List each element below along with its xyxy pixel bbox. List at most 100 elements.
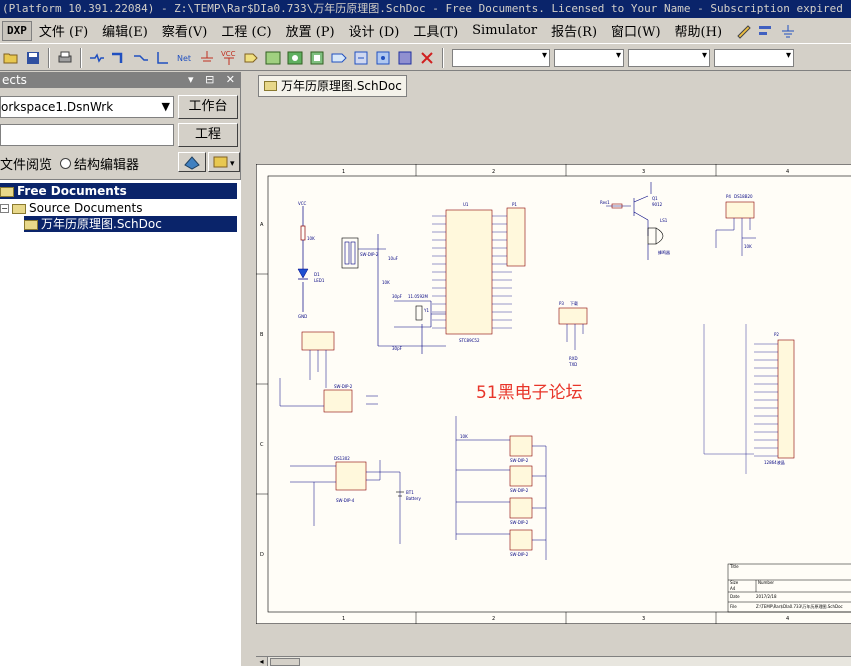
projects-panel: ects ▾ ⊟ ✕ orkspace1.DsnWrk ▼ 工作台 工程 文件阅… [0,72,241,666]
mask-combo[interactable] [714,48,794,67]
port-icon[interactable] [329,48,349,68]
title-block-file-label: File [730,604,737,609]
bus-icon[interactable] [109,48,129,68]
menu-place[interactable]: 放置 (P) [279,21,342,40]
menu-bar: DXP 文件 (F) 编辑(E) 察看(V) 工程 (C) 放置 (P) 设计 … [0,18,851,44]
project-select[interactable] [0,124,174,146]
dxp-menu[interactable]: DXP [2,20,32,41]
menu-tools[interactable]: 工具(T) [406,21,465,40]
off-sheet-icon[interactable] [351,48,371,68]
object-combo[interactable] [554,48,624,67]
border-col-1-bottom: 1 [342,616,345,622]
lcd-ref: P2 [774,332,779,337]
signal-harness-icon[interactable] [153,48,173,68]
radio-file-view-label[interactable]: 文件阅览 [0,154,52,173]
switch-label: SW-DIP-2 [334,384,353,389]
sheet-symbol-icon[interactable] [263,48,283,68]
gnd-label: GND [298,314,307,319]
menu-edit[interactable]: 编辑(E) [95,21,155,40]
project-tree: Free Documents − Source Documents 万年历原理图.… [0,179,241,666]
border-col-2: 2 [492,169,495,175]
document-icon [264,81,277,91]
border-col-3: 3 [642,169,645,175]
led-resistor-label: 10K [307,236,315,241]
vcc-label: VCC [298,201,307,206]
port-ref: P1 [512,202,517,207]
gnd-port-icon[interactable] [197,48,217,68]
filter-combo[interactable] [452,48,550,67]
title-block-date-label: Date [730,594,740,599]
toolbar: Net VCC [0,45,851,71]
tab-schematic-doc[interactable]: 万年历原理图.SchDoc [258,75,407,97]
open-folder-icon[interactable] [1,48,21,68]
align-icon[interactable] [757,23,775,39]
document-icon [24,219,38,230]
menu-help[interactable]: 帮助(H) [668,21,729,40]
menu-project[interactable]: 工程 (C) [214,21,278,40]
scroll-thumb[interactable] [270,658,300,666]
reset-resistor-value: 10K [382,280,390,285]
scroll-left-icon[interactable]: ◂ [256,657,268,666]
rxd-label: RXD [569,356,578,361]
svg-text:VCC: VCC [221,50,236,58]
title-block-file: Z:\TEMP\Rar$DIa0.733\万年历原理图.SchDoc [756,603,843,609]
workspace-button[interactable]: 工作台 [178,95,238,119]
collapse-icon[interactable]: − [0,204,9,213]
svg-text:▾: ▾ [230,159,235,169]
bus-entry-icon[interactable] [131,48,151,68]
menu-window[interactable]: 窗口(W) [604,21,668,40]
panel-controls[interactable]: ▾ ⊟ ✕ [188,72,239,88]
buzzer-ref: LS1 [660,218,668,223]
menu-design[interactable]: 设计 (D) [342,21,407,40]
radio-struct-editor-label[interactable]: 结构编辑器 [74,154,139,173]
project-button[interactable]: 工程 [178,123,238,147]
class-combo[interactable] [628,48,710,67]
ground-icon[interactable] [779,23,797,39]
tree-item-source-documents[interactable]: − Source Documents [0,200,142,216]
no-erc-icon[interactable] [417,48,437,68]
border-row-b: B [260,332,264,338]
pencil-icon[interactable] [735,23,753,39]
border-row-a: A [260,222,264,228]
print-icon[interactable] [55,48,75,68]
sheet-entry-icon[interactable] [285,48,305,68]
folder-menu-icon[interactable]: ▾ [208,152,240,172]
battery-name: Battery [406,496,421,501]
border-col-4-bottom: 4 [786,616,789,622]
vcc-port-icon[interactable]: VCC [219,48,239,68]
battery-ref: BT1 [406,490,414,495]
net-label-icon[interactable]: Net [175,48,195,68]
compile-icon[interactable] [178,152,206,172]
radio-struct-editor[interactable] [60,157,72,169]
tree-item-schematic-doc[interactable]: 万年历原理图.SchDoc [24,216,237,232]
menu-reports[interactable]: 报告(R) [544,21,604,40]
buzzer-resistor: Res1 [600,200,610,205]
border-row-d: D [260,552,264,558]
schematic-sheet[interactable]: 1 2 3 4 1 2 3 4 A B C D VCC 10K D1 LED1 … [255,163,851,625]
place-part-icon[interactable] [241,48,261,68]
crystal-cap-label-2: 30pF [392,346,403,351]
menu-simulator[interactable]: Simulator [465,23,544,38]
tree-item-free-documents[interactable]: Free Documents [0,183,237,199]
compile-mask-icon[interactable] [395,48,415,68]
rtc-switch-label: SW-DIP-4 [336,498,355,503]
save-icon[interactable] [23,48,43,68]
workspace-select[interactable]: orkspace1.DsnWrk ▼ [0,96,174,118]
directive-icon[interactable] [373,48,393,68]
menu-file[interactable]: 文件 (F) [32,21,95,40]
switch-array-label-1: SW-DIP-2 [510,458,529,463]
buzzer-label: 蜂鸣器 [658,249,670,255]
txd-label: TXD [568,362,577,367]
wire-icon[interactable] [87,48,107,68]
download-ref: P3 [559,301,564,306]
svg-text:Net: Net [177,54,191,63]
device-sheet-icon[interactable] [307,48,327,68]
view-mode: 文件阅览 结构编辑器 [0,153,139,173]
menu-view[interactable]: 察看(V) [155,21,215,40]
title-block-number: Number [758,580,774,585]
transistor-type: 9012 [652,202,663,207]
title-block-date: 2017/2/18 [756,594,777,599]
horizontal-scrollbar[interactable]: ◂ [256,656,851,666]
folder-icon [12,203,26,214]
border-col-2-bottom: 2 [492,616,495,622]
